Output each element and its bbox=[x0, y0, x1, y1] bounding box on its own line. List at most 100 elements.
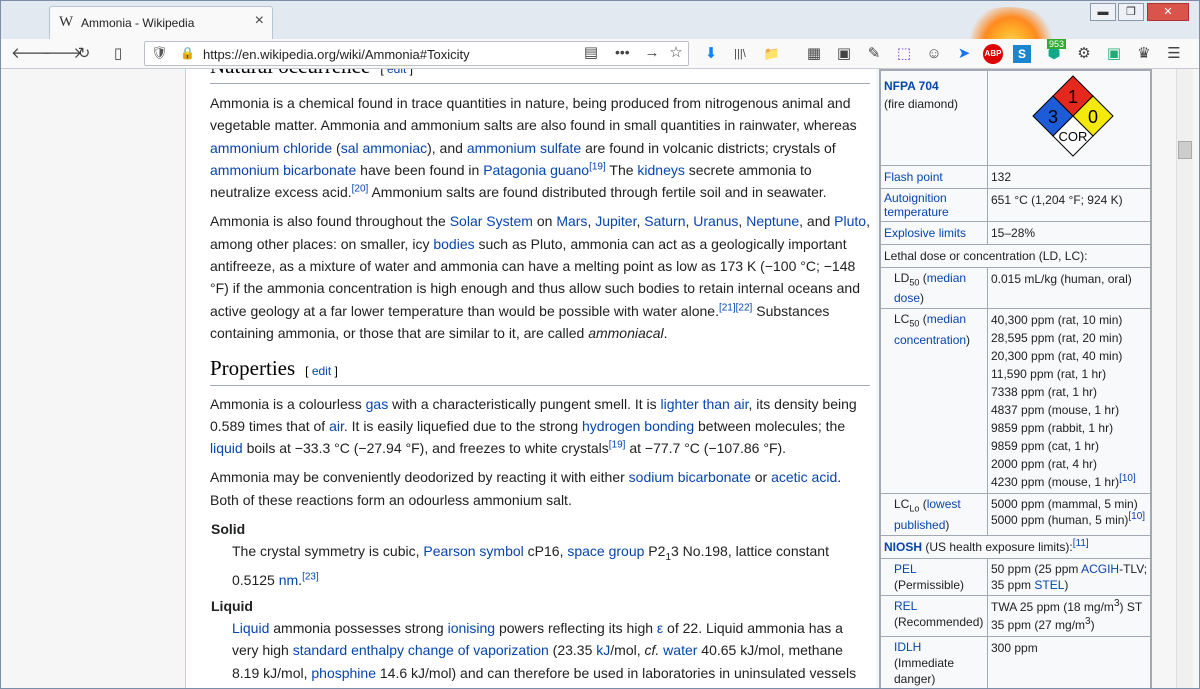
ld50-value: 0.015 mL/kg (human, oral) bbox=[987, 266, 1151, 310]
back-icon[interactable]: 🡐 bbox=[11, 43, 51, 65]
screenshot-icon[interactable]: ⬚ bbox=[893, 43, 915, 65]
lock-icon[interactable]: 🔒 bbox=[180, 46, 195, 60]
link-ammonium-bicarbonate[interactable]: ammonium bicarbonate bbox=[210, 162, 356, 178]
tab-ammonia[interactable]: W Ammonia - Wikipedia × bbox=[49, 6, 273, 39]
link-uranus[interactable]: Uranus bbox=[693, 213, 738, 229]
term-solid: Solid bbox=[211, 521, 246, 538]
lc50-value: 28,595 ppm (rat, 20 min) bbox=[991, 331, 1123, 346]
ref-22[interactable]: [22] bbox=[736, 302, 753, 313]
reader-view-icon[interactable]: ▤ bbox=[580, 42, 602, 64]
ref-21[interactable]: [21] bbox=[719, 302, 736, 313]
link-acgih[interactable]: ACGIH bbox=[1081, 562, 1119, 576]
edit-link[interactable]: edit bbox=[387, 69, 406, 76]
extension-badge: 953 bbox=[1047, 39, 1067, 49]
profile-icon[interactable]: ♛ bbox=[1133, 43, 1155, 65]
forward-icon[interactable]: 🡒 bbox=[42, 43, 82, 65]
link-nm[interactable]: nm bbox=[279, 572, 298, 588]
lc50-value: 9859 ppm (rabbit, 1 hr) bbox=[991, 421, 1114, 436]
shield-icon[interactable]: 🛡 bbox=[151, 45, 168, 61]
link-mars[interactable]: Mars bbox=[556, 213, 587, 229]
link-ionising[interactable]: ionising bbox=[448, 620, 495, 636]
page-actions-icon[interactable]: ••• bbox=[615, 44, 630, 60]
link-air[interactable]: air bbox=[329, 418, 344, 434]
link-lighter-than-air[interactable]: lighter than air bbox=[661, 396, 749, 412]
reload-icon[interactable]: ↻ bbox=[73, 43, 95, 65]
sidebar-icon[interactable]: ▯ bbox=[107, 43, 129, 65]
link-pel[interactable]: PEL bbox=[894, 562, 917, 576]
link-kj[interactable]: kJ bbox=[596, 642, 610, 658]
link-flash-point[interactable]: Flash point bbox=[884, 170, 943, 184]
link-enthalpy-vaporization[interactable]: standard enthalpy change of vaporization bbox=[293, 642, 549, 658]
image-extension-icon[interactable]: ▣ bbox=[833, 43, 855, 65]
skype-extension-icon[interactable]: S bbox=[1013, 45, 1031, 63]
link-pluto[interactable]: Pluto bbox=[834, 213, 866, 229]
link-water[interactable]: water bbox=[663, 642, 697, 658]
edit-link[interactable]: edit bbox=[312, 364, 331, 378]
link-autoignition[interactable]: Autoignition temperature bbox=[884, 191, 949, 219]
close-window-button[interactable]: ✕ bbox=[1147, 3, 1189, 21]
link-pearson-symbol[interactable]: Pearson symbol bbox=[423, 543, 523, 559]
fire-rating: 1 bbox=[1067, 87, 1077, 107]
link-saturn[interactable]: Saturn bbox=[644, 213, 685, 229]
link-ammonium-chloride[interactable]: ammonium chloride bbox=[210, 140, 332, 156]
link-acetic-acid[interactable]: acetic acid bbox=[771, 469, 837, 485]
link-rel[interactable]: REL bbox=[894, 599, 917, 613]
fire-diamond-icon[interactable]: 1 3 0 COR bbox=[1031, 74, 1115, 158]
lc50-values: 40,300 ppm (rat, 10 min) 28,595 ppm (rat… bbox=[987, 308, 1151, 495]
link-phosphine[interactable]: phosphine bbox=[311, 665, 376, 681]
link-gas[interactable]: gas bbox=[366, 396, 389, 412]
ref-23[interactable]: [23] bbox=[302, 572, 319, 583]
folder-icon[interactable]: 📁 bbox=[761, 43, 783, 65]
bookmark-star-icon[interactable]: ☆ bbox=[665, 42, 687, 64]
article: Natural occurrence[ edit ] Ammonia is a … bbox=[185, 69, 876, 688]
qr-extension-icon[interactable]: ▦ bbox=[803, 43, 825, 65]
ref-20[interactable]: [20] bbox=[352, 184, 369, 195]
ref-19[interactable]: [19] bbox=[589, 161, 606, 172]
tab-title: Ammonia - Wikipedia bbox=[81, 16, 195, 30]
explosive-limits-value: 15–28% bbox=[987, 221, 1151, 245]
link-sodium-bicarbonate[interactable]: sodium bicarbonate bbox=[629, 469, 751, 485]
downloads-icon[interactable]: ⬇ bbox=[700, 43, 722, 65]
url-bar[interactable]: 🛡 🔒 https://en.wikipedia.org/wiki/Ammoni… bbox=[144, 41, 689, 66]
link-sal-ammoniac[interactable]: sal ammoniac bbox=[341, 140, 427, 156]
ref-10[interactable]: [10] bbox=[1128, 511, 1145, 522]
link-patagonia-guano[interactable]: Patagonia guano bbox=[483, 162, 589, 178]
link-ammonium-sulfate[interactable]: ammonium sulfate bbox=[467, 140, 581, 156]
adblock-icon[interactable]: ABP bbox=[983, 44, 1003, 64]
lc50-label: LC50 (median concentration) bbox=[880, 308, 988, 495]
monkey-extension-icon[interactable]: ☺ bbox=[923, 43, 945, 65]
ref-11[interactable]: [11] bbox=[1073, 538, 1089, 549]
settings-icon[interactable]: ⚙ bbox=[1073, 43, 1095, 65]
link-kidneys[interactable]: kidneys bbox=[637, 162, 684, 178]
maximize-button[interactable]: ❐ bbox=[1118, 3, 1144, 21]
link-stel[interactable]: STEL bbox=[1034, 578, 1064, 592]
menu-icon[interactable]: ☰ bbox=[1163, 43, 1185, 65]
link-solar-system[interactable]: Solar System bbox=[450, 213, 533, 229]
link-niosh[interactable]: NIOSH bbox=[884, 540, 922, 554]
link-neptune[interactable]: Neptune bbox=[746, 213, 799, 229]
link-bodies[interactable]: bodies bbox=[433, 236, 474, 252]
go-arrow-icon[interactable]: → bbox=[641, 42, 663, 64]
cursor-extension-icon[interactable]: ➤ bbox=[953, 43, 975, 65]
link-idlh[interactable]: IDLH bbox=[894, 640, 921, 654]
save-extension-icon[interactable]: ▣ bbox=[1103, 43, 1125, 65]
close-tab-icon[interactable]: × bbox=[255, 12, 264, 30]
link-hydrogen-bonding[interactable]: hydrogen bonding bbox=[582, 418, 694, 434]
link-space-group[interactable]: space group bbox=[567, 543, 644, 559]
ref-19[interactable]: [19] bbox=[609, 440, 626, 451]
ref-10[interactable]: [10] bbox=[1119, 473, 1136, 484]
link-jupiter[interactable]: Jupiter bbox=[595, 213, 636, 229]
link-explosive-limits[interactable]: Explosive limits bbox=[884, 226, 966, 240]
link-nfpa-704[interactable]: NFPA 704 bbox=[884, 79, 939, 93]
link-liquid[interactable]: Liquid bbox=[232, 620, 269, 636]
page-scrollbar[interactable] bbox=[1176, 69, 1193, 688]
minimize-button[interactable]: ▬ bbox=[1090, 3, 1116, 21]
link-liquid[interactable]: liquid bbox=[210, 440, 243, 456]
lc50-value: 4230 ppm (mouse, 1 hr)[10] bbox=[991, 473, 1136, 490]
url-text[interactable]: https://en.wikipedia.org/wiki/Ammonia#To… bbox=[203, 47, 470, 62]
scrollbar-thumb[interactable] bbox=[1178, 141, 1192, 159]
nav-toolbar: 🡐 🡒 ↻ ▯ 🛡 🔒 https://en.wikipedia.org/wik… bbox=[1, 39, 1199, 69]
library-icon[interactable]: |||\ bbox=[729, 43, 751, 65]
eyedropper-icon[interactable]: ✎ bbox=[863, 43, 885, 65]
niosh-header: NIOSH (US health exposure limits):[11] bbox=[880, 534, 1151, 559]
